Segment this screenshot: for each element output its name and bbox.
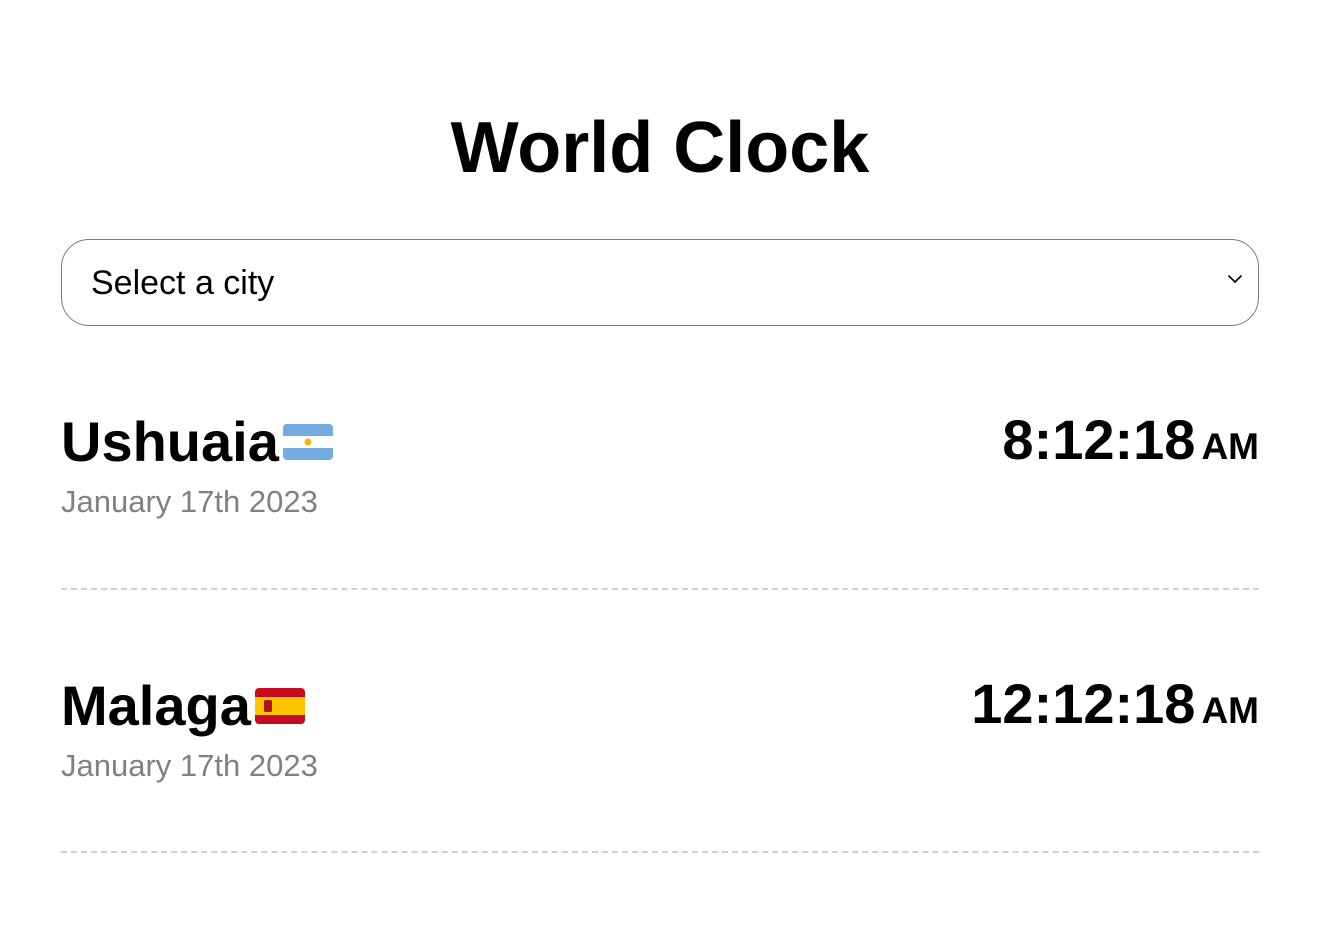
city-name: Ushuaia [61, 410, 279, 473]
argentina-flag-icon [282, 424, 333, 460]
city-name: Malaga [61, 674, 251, 737]
world-clock-card: World Clock Select a city Ushuaia Januar… [0, 0, 1320, 933]
city-row-malaga: Malaga January 17th 2023 12:12:18 AM [61, 676, 1259, 876]
city-time: 8:12:18 AM [1002, 412, 1259, 475]
city-date: January 17th 2023 [61, 484, 318, 519]
city-date: January 17th 2023 [61, 748, 318, 783]
divider [61, 588, 1259, 590]
divider [61, 851, 1259, 853]
page-title: World Clock [450, 108, 870, 188]
city-select-value: Select a city [91, 264, 275, 302]
chevron-down-icon [1228, 275, 1242, 283]
city-select[interactable]: Select a city [61, 239, 1259, 326]
time-ampm: AM [1201, 426, 1259, 467]
city-time: 12:12:18 AM [971, 676, 1259, 739]
city-row-ushuaia: Ushuaia January 17th 2023 8:12:18 AM [61, 412, 1259, 612]
city-name-line: Malaga [61, 676, 305, 736]
time-ampm: AM [1201, 690, 1259, 731]
city-name-line: Ushuaia [61, 412, 333, 472]
spain-flag-icon [254, 688, 305, 724]
time-value: 8:12:18 [1002, 408, 1196, 471]
time-value: 12:12:18 [971, 672, 1196, 735]
